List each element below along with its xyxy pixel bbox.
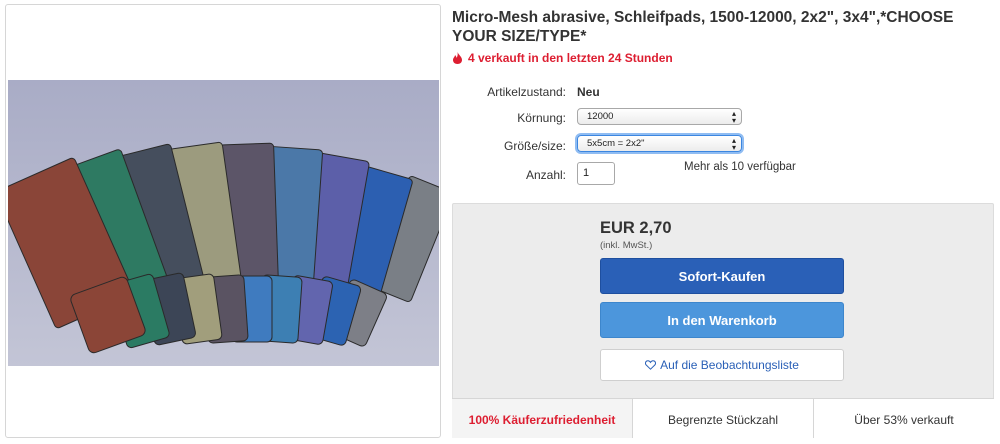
condition-value: Neu xyxy=(577,85,600,99)
grit-selected-value: 12000 xyxy=(587,111,614,122)
size-select[interactable]: 5x5cm = 2x2" ▴ ▾ xyxy=(577,135,742,152)
availability-text: Mehr als 10 verfügbar xyxy=(684,161,796,173)
buy-now-button[interactable]: Sofort-Kaufen xyxy=(600,258,844,294)
quantity-label: Anzahl: xyxy=(525,168,566,182)
quantity-input[interactable]: 1 xyxy=(577,162,615,185)
watchlist-label: Auf die Beobachtungsliste xyxy=(660,357,799,372)
sales-urgency: 4 verkauft in den letzten 24 Stunden xyxy=(452,51,673,65)
heart-icon xyxy=(645,360,657,370)
product-photo[interactable] xyxy=(8,80,439,366)
add-to-cart-button[interactable]: In den Warenkorb xyxy=(600,302,844,338)
stat-percent-sold: Über 53% verkauft xyxy=(813,399,994,438)
stat-limited-quantity: Begrenzte Stückzahl xyxy=(632,399,813,438)
urgency-text: 4 verkauft in den letzten 24 Stunden xyxy=(468,51,673,65)
condition-label: Artikelzustand: xyxy=(487,85,566,99)
price-tax-note: (inkl. MwSt.) xyxy=(600,240,653,251)
size-selected-value: 5x5cm = 2x2" xyxy=(587,138,645,149)
grit-select[interactable]: 12000 ▴ ▾ xyxy=(577,108,742,125)
add-to-watchlist-button[interactable]: Auf die Beobachtungsliste xyxy=(600,349,844,381)
product-image-panel[interactable] xyxy=(5,4,441,438)
stats-bar: 100% Käuferzufriedenheit Begrenzte Stück… xyxy=(452,398,994,438)
stat-buyer-satisfaction: 100% Käuferzufriedenheit xyxy=(452,399,632,438)
grit-label: Körnung: xyxy=(517,111,566,125)
select-arrows-icon: ▴ ▾ xyxy=(731,109,736,125)
size-label: Größe/size: xyxy=(503,139,566,153)
price: EUR 2,70 xyxy=(600,219,672,237)
product-title: Micro-Mesh abrasive, Schleifpads, 1500-1… xyxy=(452,9,954,45)
flame-icon xyxy=(453,52,462,64)
select-arrows-icon: ▴ ▾ xyxy=(731,136,736,152)
